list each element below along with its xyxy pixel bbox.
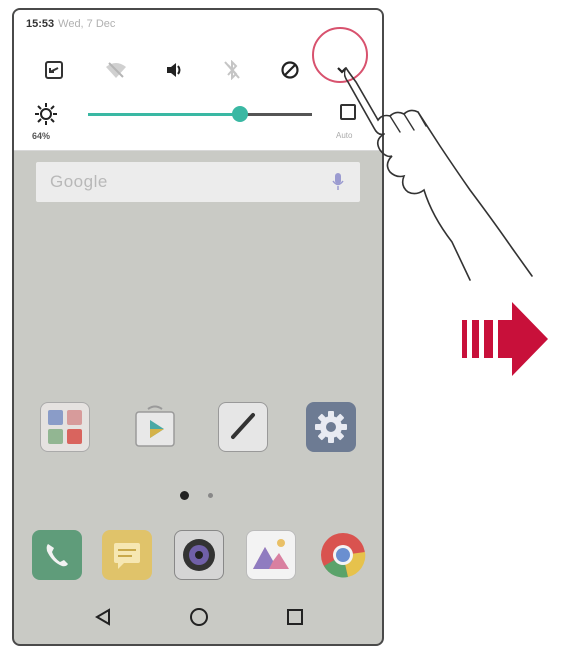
back-icon: [95, 608, 110, 626]
brightness-slider[interactable]: [88, 106, 312, 122]
home-icon: [190, 608, 208, 626]
tapping-hand-illustration: [344, 67, 533, 281]
screen-rotation-icon: [45, 61, 63, 79]
quick-settings-panel: 15:53 Wed, 7 Dec 64% Auto: [14, 10, 382, 151]
bluetooth-toggle[interactable]: [212, 50, 252, 90]
back-button[interactable]: [88, 602, 118, 632]
page-indicator: [14, 491, 382, 501]
settings-gear-icon[interactable]: [306, 402, 356, 452]
recents-icon: [287, 609, 303, 625]
phone-screen: 15:53 Wed, 7 Dec 64% Auto Google: [12, 8, 384, 646]
do-not-disturb-toggle[interactable]: [270, 50, 310, 90]
status-bar: 15:53 Wed, 7 Dec: [26, 18, 115, 30]
google-search-bar[interactable]: Google: [36, 162, 360, 202]
notes-pen-icon[interactable]: [218, 402, 268, 452]
sound-icon: [167, 63, 181, 77]
brightness-slider-thumb[interactable]: [232, 106, 249, 122]
phone-icon[interactable]: [32, 530, 82, 580]
brightness-slider-fill: [88, 113, 241, 116]
gallery-icon[interactable]: [246, 530, 296, 580]
play-store-icon[interactable]: [130, 402, 180, 452]
status-time: 15:53: [26, 18, 55, 30]
google-folder-icon[interactable]: [40, 402, 90, 452]
page-dot-active: [180, 491, 189, 500]
home-button[interactable]: [184, 602, 214, 632]
brightness-icon: [35, 103, 57, 125]
messages-icon[interactable]: [102, 530, 152, 580]
microphone-icon[interactable]: [332, 173, 344, 191]
wifi-toggle[interactable]: [96, 50, 136, 90]
page-dot: [208, 493, 213, 498]
chrome-icon[interactable]: [318, 530, 368, 580]
google-logo: Google: [50, 172, 108, 191]
brightness-value: 64%: [32, 131, 51, 141]
screen-rotation-toggle[interactable]: [34, 50, 74, 90]
recents-button[interactable]: [280, 602, 310, 632]
next-step-arrow-icon: [462, 302, 548, 376]
sound-toggle[interactable]: [154, 50, 194, 90]
navigation-bar: [14, 594, 382, 644]
bluetooth-off-icon: [224, 60, 240, 80]
camera-icon[interactable]: [174, 530, 224, 580]
do-not-disturb-icon: [281, 61, 299, 79]
status-date: Wed, 7 Dec: [58, 18, 116, 30]
wifi-off-icon: [106, 62, 126, 78]
